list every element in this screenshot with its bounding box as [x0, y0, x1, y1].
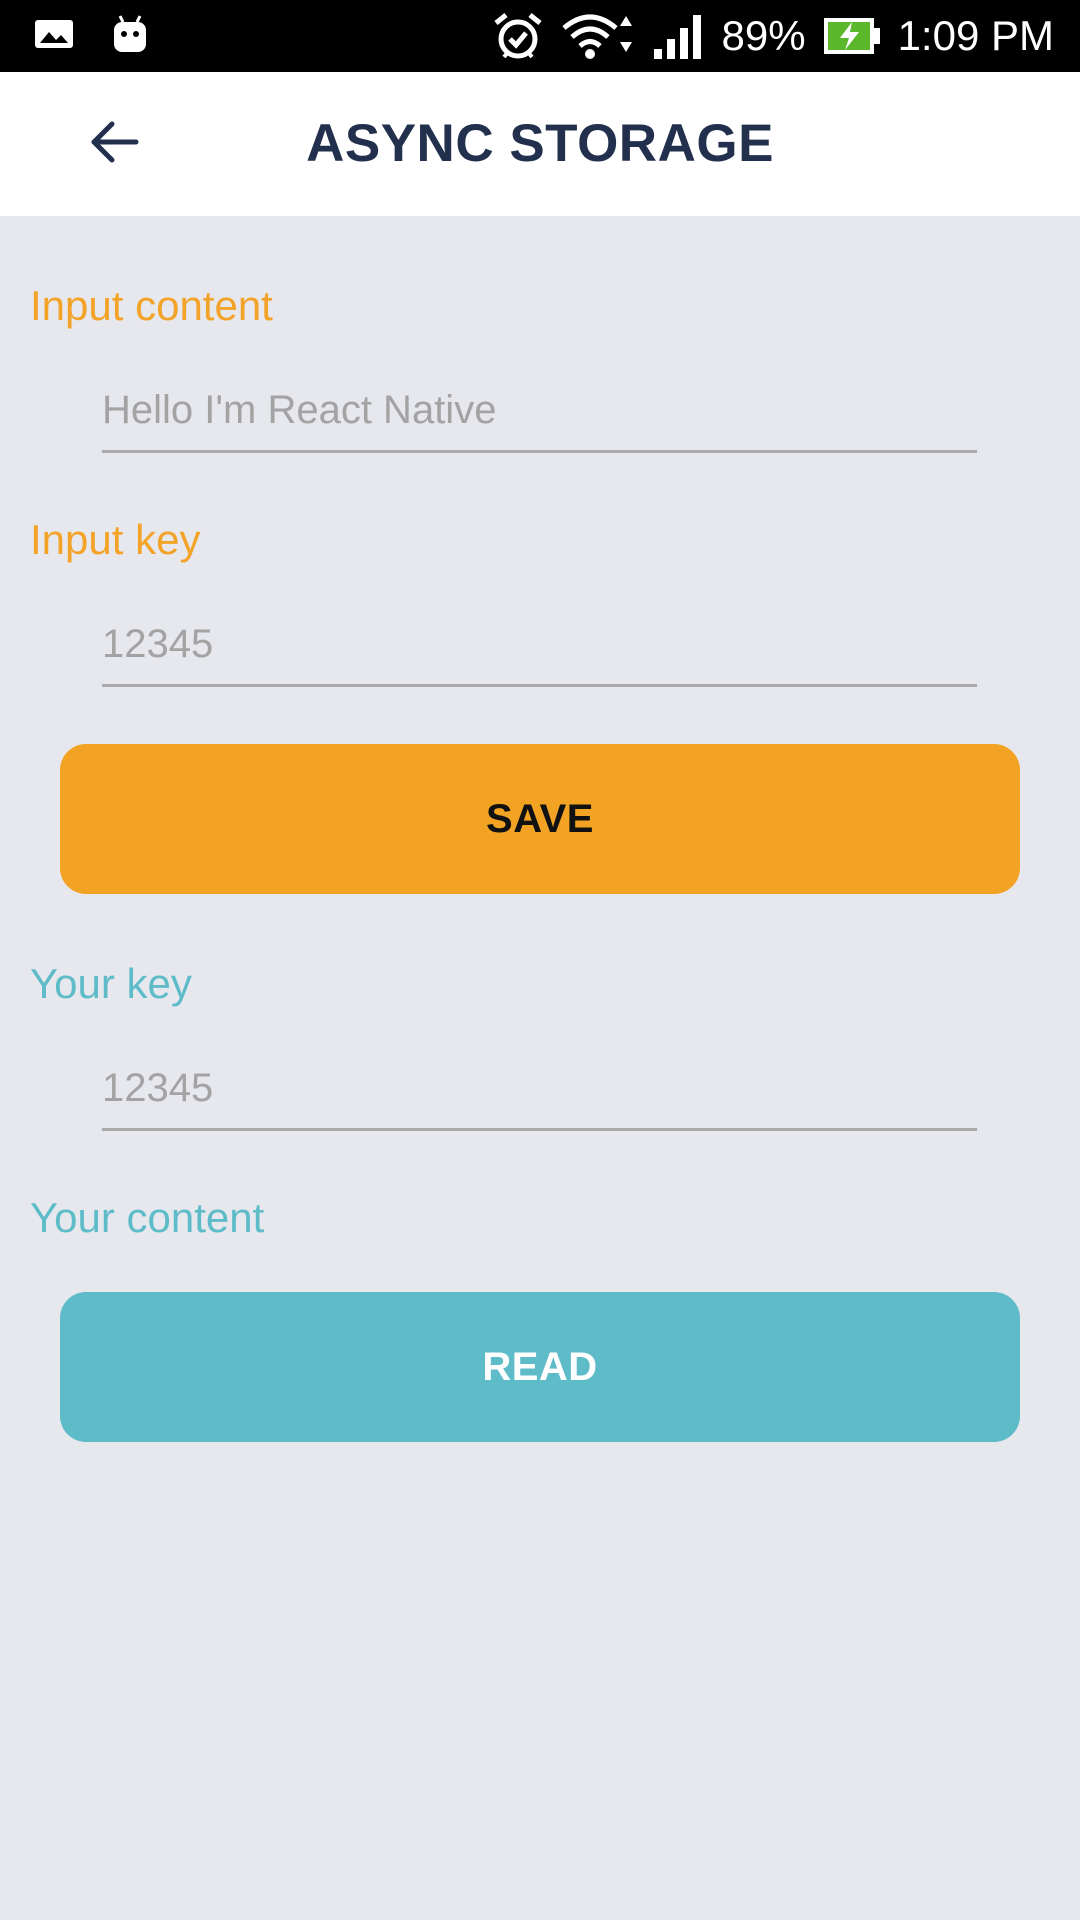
battery-percent: 89%: [721, 12, 806, 59]
key-input[interactable]: [102, 604, 977, 687]
battery-charging-icon: [822, 15, 882, 57]
your-key-label: Your key: [30, 960, 192, 1007]
android-icon: [112, 14, 148, 59]
image-icon: [34, 18, 74, 55]
input-key-label: Input key: [30, 516, 201, 563]
clock-time: 1:09 PM: [897, 12, 1054, 59]
app-header: ASYNC STORAGE: [0, 72, 1080, 216]
page-title: ASYNC STORAGE: [306, 114, 774, 173]
alarm-icon: [492, 11, 544, 61]
status-bar: 89% 1:09 PM: [0, 0, 1080, 72]
wifi-icon: [560, 10, 636, 62]
status-left-icons: [34, 14, 148, 58]
content-input[interactable]: [102, 370, 977, 453]
read-key-input[interactable]: [102, 1048, 977, 1131]
save-button[interactable]: SAVE: [60, 744, 1020, 894]
input-content-label: Input content: [30, 282, 273, 329]
status-right-icons: 89% 1:09 PM: [492, 0, 1054, 72]
read-button[interactable]: READ: [60, 1292, 1020, 1442]
signal-icon: [652, 13, 706, 59]
your-content-label: Your content: [30, 1194, 265, 1241]
